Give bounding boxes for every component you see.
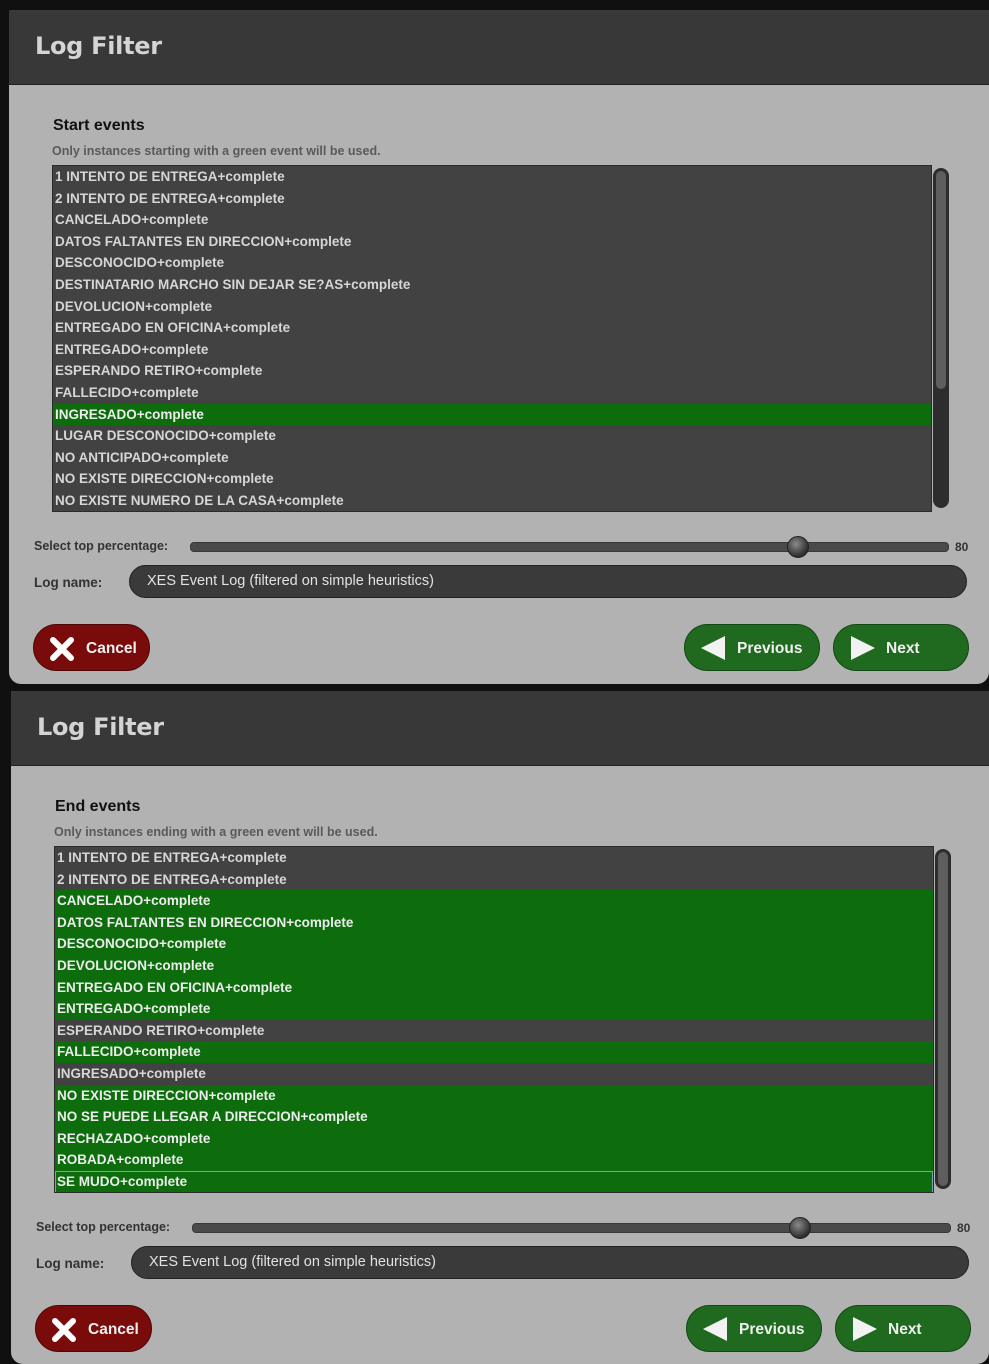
event-list-item[interactable]: NO EXISTE DIRECCION+complete — [55, 1084, 933, 1107]
slider-label: Select top percentage: — [36, 1220, 171, 1234]
section-title: Start events — [53, 117, 145, 134]
event-list-item[interactable]: CANCELADO+complete — [55, 890, 933, 912]
x-icon — [50, 637, 74, 661]
previous-label: Previous — [737, 640, 803, 657]
scrollbar[interactable] — [933, 168, 949, 508]
event-list-item[interactable]: DATOS FALTANTES EN DIRECCION+complete — [53, 231, 931, 253]
event-list-item[interactable]: 1 INTENTO DE ENTREGA+complete — [55, 847, 933, 869]
event-list-item[interactable]: LUGAR DESCONOCIDO+complete — [53, 425, 931, 447]
event-list[interactable]: 1 INTENTO DE ENTREGA+complete 2 INTENTO D… — [52, 165, 932, 512]
arrow-left-icon — [703, 1317, 727, 1341]
event-list-item[interactable]: ESPERANDO RETIRO+complete — [53, 360, 931, 382]
event-list-item[interactable]: NO ANTICIPADO+complete — [53, 447, 931, 469]
title-bar: Log Filter — [11, 691, 989, 766]
arrow-right-icon — [853, 1317, 877, 1341]
event-list-item[interactable]: ENTREGADO+complete — [55, 998, 933, 1020]
section-title: End events — [55, 798, 141, 815]
event-list-item[interactable]: 2 INTENTO DE ENTREGA+complete — [55, 869, 933, 891]
next-button[interactable]: Next — [835, 1305, 971, 1352]
next-button[interactable]: Next — [833, 624, 969, 671]
cancel-button[interactable]: Cancel — [33, 624, 150, 671]
event-list-item[interactable]: DEVOLUCION+complete — [53, 296, 931, 318]
log-name-input[interactable]: XES Event Log (filtered on simple heuris… — [129, 565, 967, 598]
event-list-item[interactable]: NO SE PUEDE LLEGAR A DIRECCION+complete — [55, 1106, 933, 1128]
event-list[interactable]: 1 INTENTO DE ENTREGA+complete 2 INTENTO D… — [54, 846, 934, 1193]
log-filter-panel-start: Log Filter Start events Only instances s… — [9, 10, 989, 684]
previous-button[interactable]: Previous — [686, 1305, 822, 1352]
slider-handle[interactable] — [788, 1217, 811, 1239]
page-title: Log Filter — [35, 32, 162, 60]
section-subtitle: Only instances starting with a green eve… — [52, 144, 381, 158]
event-list-item[interactable]: FALLECIDO+complete — [53, 382, 931, 404]
title-bar: Log Filter — [9, 10, 989, 85]
event-list-item[interactable]: DESTINATARIO MARCHO SIN DEJAR SE?AS+comp… — [53, 274, 931, 296]
event-list-item[interactable]: RECHAZADO+complete — [55, 1127, 933, 1150]
cancel-label: Cancel — [86, 640, 137, 657]
percentage-slider[interactable] — [190, 536, 949, 558]
event-list-item[interactable]: INGRESADO+complete — [55, 1063, 933, 1085]
slider-value: 80 — [955, 540, 969, 554]
log-filter-panel-end: Log Filter End events Only instances end… — [11, 691, 989, 1364]
previous-label: Previous — [739, 1321, 805, 1338]
cancel-button[interactable]: Cancel — [35, 1305, 152, 1352]
arrow-right-icon — [851, 636, 875, 660]
scrollbar-thumb[interactable] — [936, 171, 946, 389]
event-list-item[interactable]: CANCELADO+complete — [53, 209, 931, 231]
slider-label: Select top percentage: — [34, 539, 169, 553]
x-icon — [52, 1318, 76, 1342]
event-list-item[interactable]: ESPERANDO RETIRO+complete — [55, 1020, 933, 1042]
event-list-item[interactable]: DESCONOCIDO+complete — [53, 252, 931, 274]
scrollbar[interactable] — [935, 849, 951, 1189]
event-list-item[interactable]: DATOS FALTANTES EN DIRECCION+complete — [55, 911, 933, 934]
page-title: Log Filter — [37, 713, 164, 741]
event-list-item[interactable]: INGRESADO+complete — [53, 403, 931, 426]
log-name-input[interactable]: XES Event Log (filtered on simple heuris… — [131, 1246, 969, 1279]
event-list-item[interactable]: NO EXISTE NUMERO DE LA CASA+complete — [53, 490, 931, 511]
event-list-item[interactable]: NO EXISTE DIRECCION+complete — [53, 468, 931, 490]
log-name-label: Log name: — [34, 575, 103, 590]
percentage-slider[interactable] — [192, 1217, 951, 1239]
event-list-item[interactable]: DEVOLUCION+complete — [55, 954, 933, 977]
next-label: Next — [886, 640, 920, 657]
slider-handle[interactable] — [786, 536, 809, 558]
event-list-item[interactable]: ROBADA+complete — [55, 1149, 933, 1171]
scrollbar-thumb[interactable] — [938, 852, 948, 1186]
event-list-item[interactable]: ENTREGADO+complete — [53, 339, 931, 361]
section-subtitle: Only instances ending with a green event… — [54, 825, 378, 839]
event-list-item[interactable]: ENTREGADO EN OFICINA+complete — [55, 976, 933, 999]
event-list-item[interactable]: ENTREGADO EN OFICINA+complete — [53, 317, 931, 339]
previous-button[interactable]: Previous — [684, 624, 820, 671]
event-list-item[interactable]: SE MUDO+complete — [55, 1170, 933, 1192]
event-list-item[interactable]: 2 INTENTO DE ENTREGA+complete — [53, 188, 931, 210]
event-list-item[interactable]: FALLECIDO+complete — [55, 1041, 933, 1063]
event-list-item[interactable]: DESCONOCIDO+complete — [55, 933, 933, 955]
event-list-item[interactable]: 1 INTENTO DE ENTREGA+complete — [53, 166, 931, 188]
arrow-left-icon — [701, 636, 725, 660]
next-label: Next — [888, 1321, 922, 1338]
log-name-label: Log name: — [36, 1256, 105, 1271]
cancel-label: Cancel — [88, 1321, 139, 1338]
slider-value: 80 — [957, 1221, 971, 1235]
